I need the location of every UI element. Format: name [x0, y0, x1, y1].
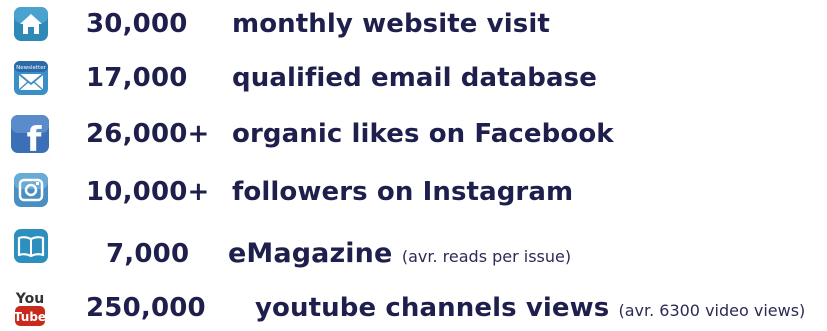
- stat-number: 30,000: [86, 9, 188, 39]
- stat-label: followers on Instagram: [232, 177, 574, 207]
- facebook-icon: f: [11, 115, 49, 154]
- stat-label: organic likes on Facebook: [232, 119, 614, 149]
- youtube-icon: You Tube: [14, 291, 46, 326]
- stat-note: (avr. 6300 video views): [618, 301, 806, 320]
- stat-number: 7,000: [106, 239, 190, 269]
- youtube-icon-tube: Tube: [14, 310, 46, 324]
- stat-label: monthly website visit: [232, 9, 550, 39]
- stat-label-group: youtube channels views (avr. 6300 video …: [255, 288, 805, 331]
- facebook-icon-letter: f: [27, 120, 43, 154]
- stat-number: 17,000: [86, 63, 188, 93]
- newsletter-icon-text: Newsletter: [16, 65, 46, 71]
- book-icon: [14, 229, 48, 263]
- stat-label-group: eMagazine (avr. reads per issue): [228, 234, 571, 277]
- stat-number: 10,000+: [86, 177, 210, 207]
- instagram-icon: [14, 173, 48, 207]
- stat-label: youtube channels views: [255, 293, 610, 323]
- newsletter-icon: Newsletter: [14, 61, 48, 95]
- stat-label: eMagazine: [228, 238, 393, 269]
- stat-number: 250,000: [86, 293, 206, 323]
- stat-number: 26,000+: [86, 119, 210, 149]
- home-icon: [14, 7, 48, 41]
- youtube-icon-you: You: [15, 291, 44, 307]
- stat-note: (avr. reads per issue): [401, 247, 572, 266]
- stat-label: qualified email database: [232, 63, 597, 93]
